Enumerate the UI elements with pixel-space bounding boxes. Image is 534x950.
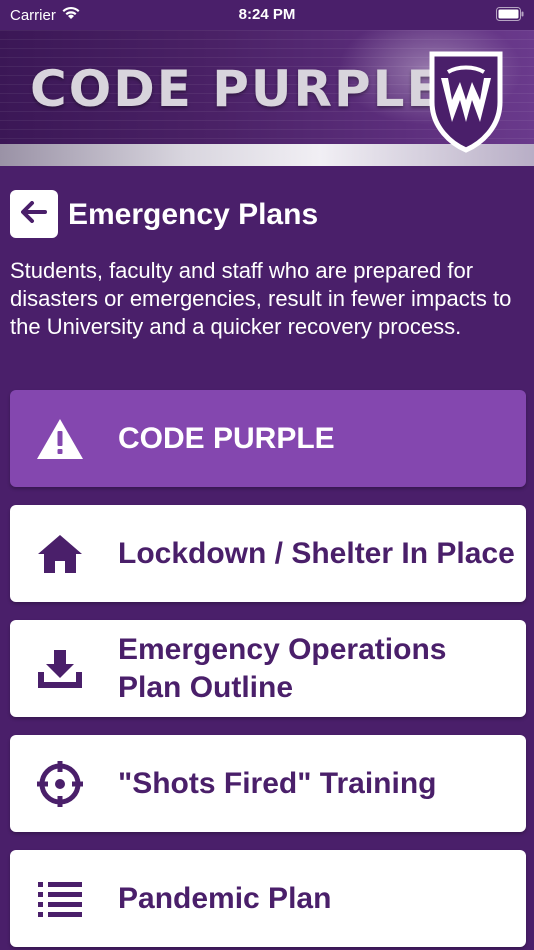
menu-item-emergency-operations[interactable]: Emergency Operations Plan Outline [10, 620, 526, 717]
menu-item-label: Emergency Operations Plan Outline [118, 632, 447, 704]
menu-item-label: Pandemic Plan [118, 881, 332, 915]
menu-item-pandemic-plan[interactable]: Pandemic Plan [10, 850, 526, 947]
page-title: Emergency Plans [68, 198, 319, 231]
menu-item-shots-fired[interactable]: "Shots Fired" Training [10, 735, 526, 832]
page-header: Emergency Plans [10, 190, 524, 240]
status-time: 8:24 PM [238, 6, 296, 23]
menu-item-label: "Shots Fired" Training [118, 766, 437, 800]
menu-item-label: CODE PURPLE [118, 421, 335, 455]
list-icon [36, 850, 84, 947]
menu-item-label: Lockdown / Shelter In Place [118, 536, 515, 570]
menu-item-lockdown[interactable]: Lockdown / Shelter In Place [10, 505, 526, 602]
menu-item-code-purple[interactable]: CODE PURPLE [10, 390, 526, 487]
battery-icon [496, 7, 524, 25]
back-button[interactable] [10, 190, 58, 238]
warning-triangle-icon [36, 390, 84, 487]
home-icon [36, 505, 84, 602]
header-banner: CODE PURPLE [0, 30, 534, 166]
intro-text: Students, faculty and staff who are prep… [10, 258, 512, 339]
banner-title: CODE PURPLE [30, 60, 443, 118]
crosshair-icon [36, 735, 84, 832]
download-icon [36, 620, 84, 717]
arrow-left-icon [21, 200, 47, 228]
university-shield-logo-icon [428, 50, 504, 159]
status-bar: Carrier 8:24 PM [0, 0, 534, 30]
